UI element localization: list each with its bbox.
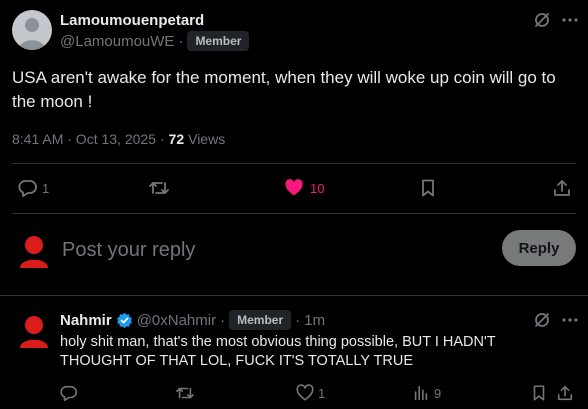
repost-icon [176,387,194,399]
meta-separator: · [178,32,184,50]
post-timestamp-row: 8:41 AM · Oct 13, 2025 · 72 Views [12,131,225,147]
member-badge[interactable]: Member [229,310,292,330]
more-options-icon[interactable] [560,10,580,30]
post-author-meta: @LamoumouWE · Member [60,31,250,51]
red-user-avatar-icon [20,236,48,268]
reply-input[interactable]: Post your reply [62,236,482,264]
bookmark-action[interactable] [418,178,438,198]
reply-share-action[interactable] [556,384,574,402]
reply-repost-action[interactable] [175,384,195,402]
like-count: 10 [310,180,325,196]
bookmark-icon [422,179,434,197]
views-count: 72 [168,131,185,147]
reply-bookmark-action[interactable] [530,384,548,402]
verified-badge-icon[interactable] [116,312,133,329]
divider [12,213,576,214]
post-author-handle[interactable]: @LamoumouWE [60,33,174,50]
reply-action[interactable]: 1 [18,178,49,198]
reply-icon [18,180,37,197]
reply-views-action[interactable]: 9 [412,384,441,402]
reply-like-count: 1 [318,385,326,401]
divider [12,163,576,164]
post-author-name[interactable]: Lamoumouenpetard [60,12,204,29]
reply-author-avatar[interactable] [14,312,54,352]
red-user-avatar-icon [20,316,48,348]
reply-button[interactable]: Reply [502,230,576,266]
post-timestamp[interactable]: 8:41 AM · Oct 13, 2025 · [12,131,165,147]
views-label: Views [188,131,226,147]
share-icon [557,385,573,401]
grok-icon[interactable] [532,310,552,330]
share-action[interactable] [552,178,572,198]
reply-author-handle[interactable]: @0xNahmir [137,312,216,329]
bookmark-icon [533,385,545,401]
default-avatar-icon [18,18,46,50]
reply-author-row: Nahmir @0xNahmir · Member · 1m [60,310,325,330]
grok-icon[interactable] [532,10,552,30]
reply-like-action[interactable]: 1 [296,384,325,402]
post-author-avatar[interactable] [12,10,52,50]
heart-filled-icon [285,179,303,196]
reply-views-count: 9 [434,385,442,401]
divider [0,295,588,296]
reply-author-name[interactable]: Nahmir [60,312,112,329]
post-text: USA aren't awake for the moment, when th… [12,68,556,111]
meta-separator: · [220,311,226,329]
composer-avatar [14,232,54,272]
reply-icon [60,385,77,402]
member-badge[interactable]: Member [187,31,250,51]
like-action[interactable]: 10 [284,178,324,198]
reply-count: 1 [42,180,50,196]
more-options-icon[interactable] [560,310,580,330]
heart-outline-icon [296,384,314,401]
repost-icon [149,182,169,194]
share-icon [554,180,570,196]
analytics-icon [414,385,428,401]
reply-text: holy shit man, that's the most obvious t… [60,334,496,369]
reply-reply-action[interactable] [60,384,78,402]
repost-action[interactable] [148,178,170,198]
reply-age[interactable]: · 1m [295,312,325,329]
